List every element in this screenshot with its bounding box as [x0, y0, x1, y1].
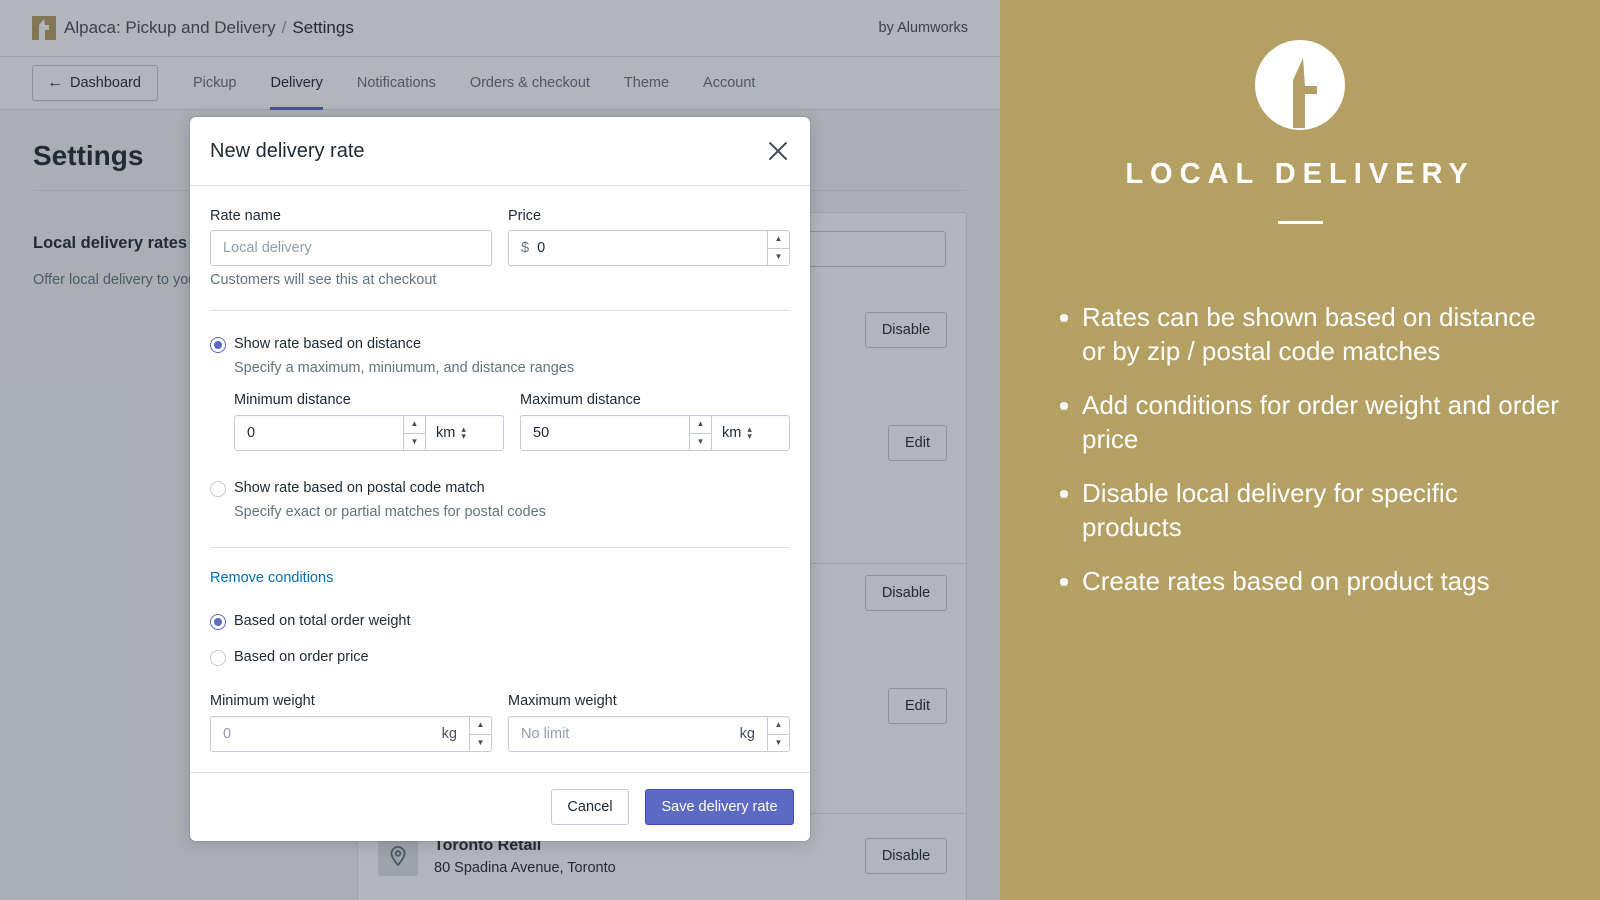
- option-postal-label[interactable]: Show rate based on postal code match: [234, 480, 485, 496]
- stepper-down-icon[interactable]: ▼: [768, 249, 789, 266]
- cancel-button[interactable]: Cancel: [551, 789, 629, 825]
- min-distance-unit-select[interactable]: km ▴ ▾: [425, 416, 503, 450]
- radio-order-weight[interactable]: [210, 614, 226, 630]
- rate-name-hint: Customers will see this at checkout: [210, 272, 437, 288]
- stepper-up-icon[interactable]: ▲: [404, 416, 425, 434]
- promo-bullet: Add conditions for order weight and orde…: [1060, 388, 1562, 456]
- stepper-up-icon[interactable]: ▲: [768, 231, 789, 249]
- alpaca-logo: [1255, 40, 1345, 130]
- select-caret-icon: ▴ ▾: [747, 424, 752, 441]
- rate-name-label: Rate name: [210, 208, 281, 224]
- weight-unit: kg: [739, 726, 755, 742]
- select-caret-icon: ▴ ▾: [461, 424, 466, 441]
- price-value: 0: [537, 240, 546, 256]
- max-weight-label: Maximum weight: [508, 693, 617, 709]
- max-weight-placeholder: No limit: [521, 726, 570, 742]
- min-distance-stepper[interactable]: ▲ ▼: [403, 416, 425, 450]
- stepper-down-icon[interactable]: ▼: [404, 434, 425, 451]
- promo-bullet: Create rates based on product tags: [1060, 564, 1562, 598]
- app-window: Alpaca: Pickup and Delivery / Settings b…: [0, 0, 1000, 900]
- min-distance-input[interactable]: 0 ▲ ▼ km ▴ ▾: [234, 415, 504, 451]
- section-divider: [210, 310, 790, 311]
- max-distance-stepper[interactable]: ▲ ▼: [689, 416, 711, 450]
- min-weight-stepper[interactable]: ▲ ▼: [469, 717, 491, 751]
- modal-title: New delivery rate: [210, 139, 365, 162]
- radio-distance[interactable]: [210, 337, 226, 353]
- rate-name-placeholder: Local delivery: [223, 240, 312, 256]
- max-weight-stepper[interactable]: ▲ ▼: [767, 717, 789, 751]
- min-weight-label: Minimum weight: [210, 693, 315, 709]
- close-icon[interactable]: [766, 139, 790, 163]
- min-weight-input[interactable]: 0 kg ▲ ▼: [210, 716, 492, 752]
- stepper-up-icon[interactable]: ▲: [690, 416, 711, 434]
- unit-value: km: [722, 425, 742, 441]
- min-weight-placeholder: 0: [223, 726, 232, 742]
- stepper-down-icon[interactable]: ▼: [768, 735, 789, 752]
- section-divider: [210, 547, 790, 548]
- modal-footer: Cancel Save delivery rate: [190, 772, 810, 841]
- currency-prefix: $: [521, 240, 530, 256]
- price-stepper[interactable]: ▲ ▼: [767, 231, 789, 265]
- remove-conditions-link[interactable]: Remove conditions: [210, 570, 333, 586]
- price-input[interactable]: $ 0 ▲ ▼: [508, 230, 790, 266]
- stepper-down-icon[interactable]: ▼: [470, 735, 491, 752]
- max-distance-label: Maximum distance: [520, 392, 641, 408]
- promo-bullet: Disable local delivery for specific prod…: [1060, 476, 1562, 544]
- option-postal-hint: Specify exact or partial matches for pos…: [234, 504, 546, 520]
- radio-order-price[interactable]: [210, 650, 226, 666]
- rate-name-input[interactable]: Local delivery: [210, 230, 492, 266]
- promo-feature-list: Rates can be shown based on distance or …: [1060, 300, 1562, 618]
- min-distance-label: Minimum distance: [234, 392, 351, 408]
- option-distance-label[interactable]: Show rate based on distance: [234, 336, 421, 352]
- stepper-up-icon[interactable]: ▲: [768, 717, 789, 735]
- stepper-up-icon[interactable]: ▲: [470, 717, 491, 735]
- promo-bullet: Rates can be shown based on distance or …: [1060, 300, 1562, 368]
- promo-divider: [1278, 221, 1323, 224]
- max-distance-value: 50: [533, 425, 550, 441]
- max-weight-input[interactable]: No limit kg ▲ ▼: [508, 716, 790, 752]
- cond-weight-label[interactable]: Based on total order weight: [234, 613, 411, 629]
- price-label: Price: [508, 208, 542, 224]
- new-delivery-rate-modal: New delivery rate Rate name Local delive…: [190, 117, 810, 841]
- cond-price-label[interactable]: Based on order price: [234, 649, 369, 665]
- save-delivery-rate-button[interactable]: Save delivery rate: [645, 789, 794, 825]
- radio-postal[interactable]: [210, 481, 226, 497]
- option-distance-hint: Specify a maximum, miniumum, and distanc…: [234, 360, 575, 376]
- modal-header: New delivery rate: [190, 117, 810, 186]
- stepper-down-icon[interactable]: ▼: [690, 434, 711, 451]
- max-distance-input[interactable]: 50 ▲ ▼ km ▴ ▾: [520, 415, 790, 451]
- weight-unit: kg: [441, 726, 457, 742]
- unit-value: km: [436, 425, 456, 441]
- min-distance-value: 0: [247, 425, 256, 441]
- max-distance-unit-select[interactable]: km ▴ ▾: [711, 416, 789, 450]
- promo-title: LOCAL DELIVERY: [1125, 158, 1475, 190]
